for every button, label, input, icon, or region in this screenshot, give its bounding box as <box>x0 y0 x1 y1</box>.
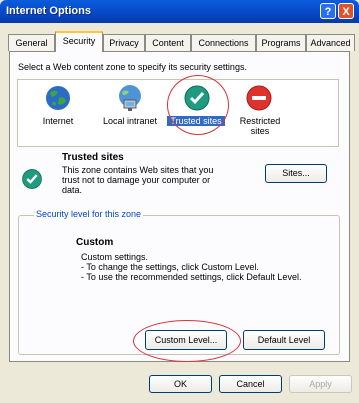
zone-description: This zone contains Web sites that you tr… <box>62 165 214 195</box>
zone-internet-label: Internet <box>42 116 74 126</box>
network-computer-icon <box>119 85 141 111</box>
security-level-line-2: - To change the settings, click Custom L… <box>81 262 259 272</box>
sites-button[interactable]: Sites... <box>265 164 327 183</box>
title-bar[interactable]: Internet Options ? X <box>0 0 359 23</box>
default-level-button[interactable]: Default Level <box>243 330 325 350</box>
globe-icon <box>46 86 70 110</box>
zone-title: Trusted sites <box>62 152 124 163</box>
custom-level-highlight-circle <box>133 320 241 362</box>
tab-content[interactable]: Content <box>145 34 191 51</box>
cancel-button[interactable]: Cancel <box>219 375 282 393</box>
zone-internet[interactable]: Internet <box>27 84 87 142</box>
no-entry-icon <box>246 85 272 111</box>
window-title: Internet Options <box>6 5 91 17</box>
security-level-title: Custom <box>76 237 114 248</box>
security-level-line-3: - To use the recommended settings, click… <box>81 272 302 282</box>
security-level-group-label: Security level for this zone <box>34 209 144 219</box>
zone-local-intranet[interactable]: Local intranet <box>97 84 163 142</box>
trusted-sites-highlight-circle <box>167 75 229 135</box>
tab-advanced[interactable]: Advanced <box>306 34 355 51</box>
tab-security[interactable]: Security <box>55 31 103 52</box>
tab-connections[interactable]: Connections <box>191 34 256 51</box>
ok-button[interactable]: OK <box>149 375 212 393</box>
zone-instruction: Select a Web content zone to specify its… <box>18 62 247 72</box>
tab-privacy[interactable]: Privacy <box>103 34 145 51</box>
zone-local-intranet-label: Local intranet <box>102 116 158 126</box>
apply-button[interactable]: Apply <box>289 375 352 393</box>
close-button[interactable]: X <box>338 3 354 19</box>
tab-programs[interactable]: Programs <box>256 34 306 51</box>
internet-options-window: Internet Options ? X General Security Pr… <box>0 0 359 403</box>
help-button[interactable]: ? <box>320 3 336 19</box>
zone-restricted-sites[interactable]: Restricted sites <box>233 84 289 144</box>
tab-general[interactable]: General <box>8 34 55 51</box>
zone-restricted-sites-label: Restricted sites <box>239 116 281 136</box>
check-icon <box>22 169 42 189</box>
security-level-line-1: Custom settings. <box>81 252 149 262</box>
